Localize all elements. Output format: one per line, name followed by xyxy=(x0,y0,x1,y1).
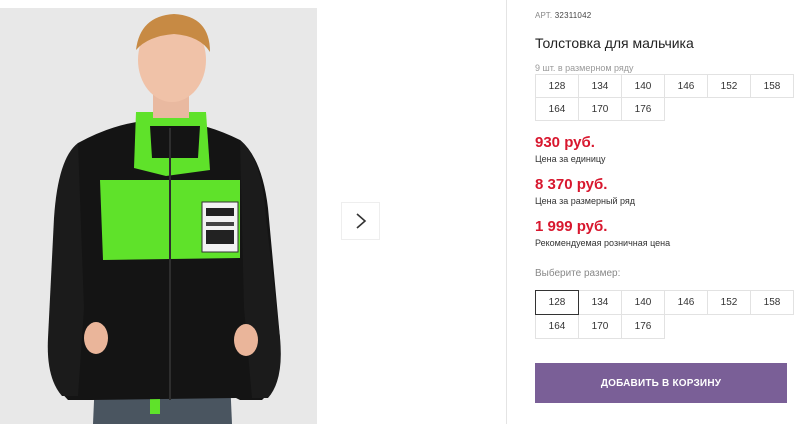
article-label: АРТ. xyxy=(535,11,553,20)
size-option[interactable]: 170 xyxy=(578,314,622,339)
size-row-cell: 164 xyxy=(535,97,579,121)
size-option[interactable]: 140 xyxy=(621,290,665,315)
size-row-price-label: Цена за размерный ряд xyxy=(535,196,636,206)
size-option[interactable]: 158 xyxy=(750,290,794,315)
article-number: АРТ. 32311042 xyxy=(535,11,591,20)
size-row-cell: 170 xyxy=(578,97,622,121)
size-option[interactable]: 164 xyxy=(535,314,579,339)
size-row-price: 8 370 руб. xyxy=(535,176,608,193)
size-row-cell: 152 xyxy=(707,74,751,98)
size-option[interactable]: 176 xyxy=(621,314,665,339)
size-picker: 128 134 140 146 152 158 164 170 176 xyxy=(535,290,794,339)
size-row-table: 128 134 140 146 152 158 164 170 176 xyxy=(535,74,794,121)
unit-price-label: Цена за единицу xyxy=(535,154,606,164)
add-to-cart-button[interactable]: ДОБАВИТЬ В КОРЗИНУ xyxy=(535,363,787,403)
unit-price: 930 руб. xyxy=(535,134,595,151)
size-row-cell: 134 xyxy=(578,74,622,98)
size-row-cell: 128 xyxy=(535,74,579,98)
divider xyxy=(506,0,507,424)
article-value: 32311042 xyxy=(554,11,592,20)
size-row-cell: 140 xyxy=(621,74,665,98)
product-photo[interactable] xyxy=(0,8,317,424)
size-row-cell: 176 xyxy=(621,97,665,121)
chevron-right-icon xyxy=(355,213,366,229)
product-gallery xyxy=(0,0,506,424)
product-title: Толстовка для мальчика xyxy=(535,35,694,51)
size-option[interactable]: 152 xyxy=(707,290,751,315)
boy-jacket-image xyxy=(0,8,317,424)
choose-size-label: Выберите размер: xyxy=(535,268,621,279)
size-option[interactable]: 134 xyxy=(578,290,622,315)
size-option[interactable]: 146 xyxy=(664,290,708,315)
size-option-selected[interactable]: 128 xyxy=(535,290,579,315)
retail-price: 1 999 руб. xyxy=(535,218,608,235)
retail-price-label: Рекомендуемая розничная цена xyxy=(535,238,671,248)
size-row-cell: 146 xyxy=(664,74,708,98)
gallery-next-button[interactable] xyxy=(341,202,380,240)
size-row-label: 9 шт. в размерном ряду xyxy=(535,63,634,73)
size-row-cell: 158 xyxy=(750,74,794,98)
